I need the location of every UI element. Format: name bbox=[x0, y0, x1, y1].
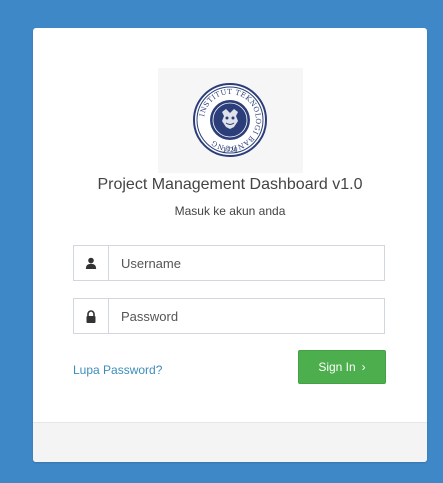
password-input-group bbox=[73, 298, 385, 334]
password-input[interactable] bbox=[109, 299, 384, 333]
chevron-right-icon: › bbox=[361, 360, 366, 374]
app-title: Project Management Dashboard v1.0 bbox=[97, 176, 363, 193]
login-card: INSTITUT TEKNOLOGI BANDUNG 1920 Project … bbox=[33, 28, 427, 462]
login-subtitle: Masuk ke akun anda bbox=[174, 204, 286, 218]
user-icon bbox=[74, 246, 109, 280]
sign-in-label: Sign In bbox=[318, 360, 356, 374]
username-input-group bbox=[73, 245, 385, 281]
sign-in-button[interactable]: Sign In › bbox=[298, 350, 386, 384]
card-footer bbox=[33, 422, 427, 462]
institute-seal-icon: INSTITUT TEKNOLOGI BANDUNG 1920 bbox=[193, 83, 267, 157]
username-input[interactable] bbox=[109, 246, 384, 280]
lock-icon bbox=[74, 299, 109, 333]
forgot-password-link[interactable]: Lupa Password? bbox=[73, 363, 162, 377]
svg-text:1920: 1920 bbox=[222, 147, 237, 154]
logo-container: INSTITUT TEKNOLOGI BANDUNG 1920 bbox=[158, 68, 303, 173]
